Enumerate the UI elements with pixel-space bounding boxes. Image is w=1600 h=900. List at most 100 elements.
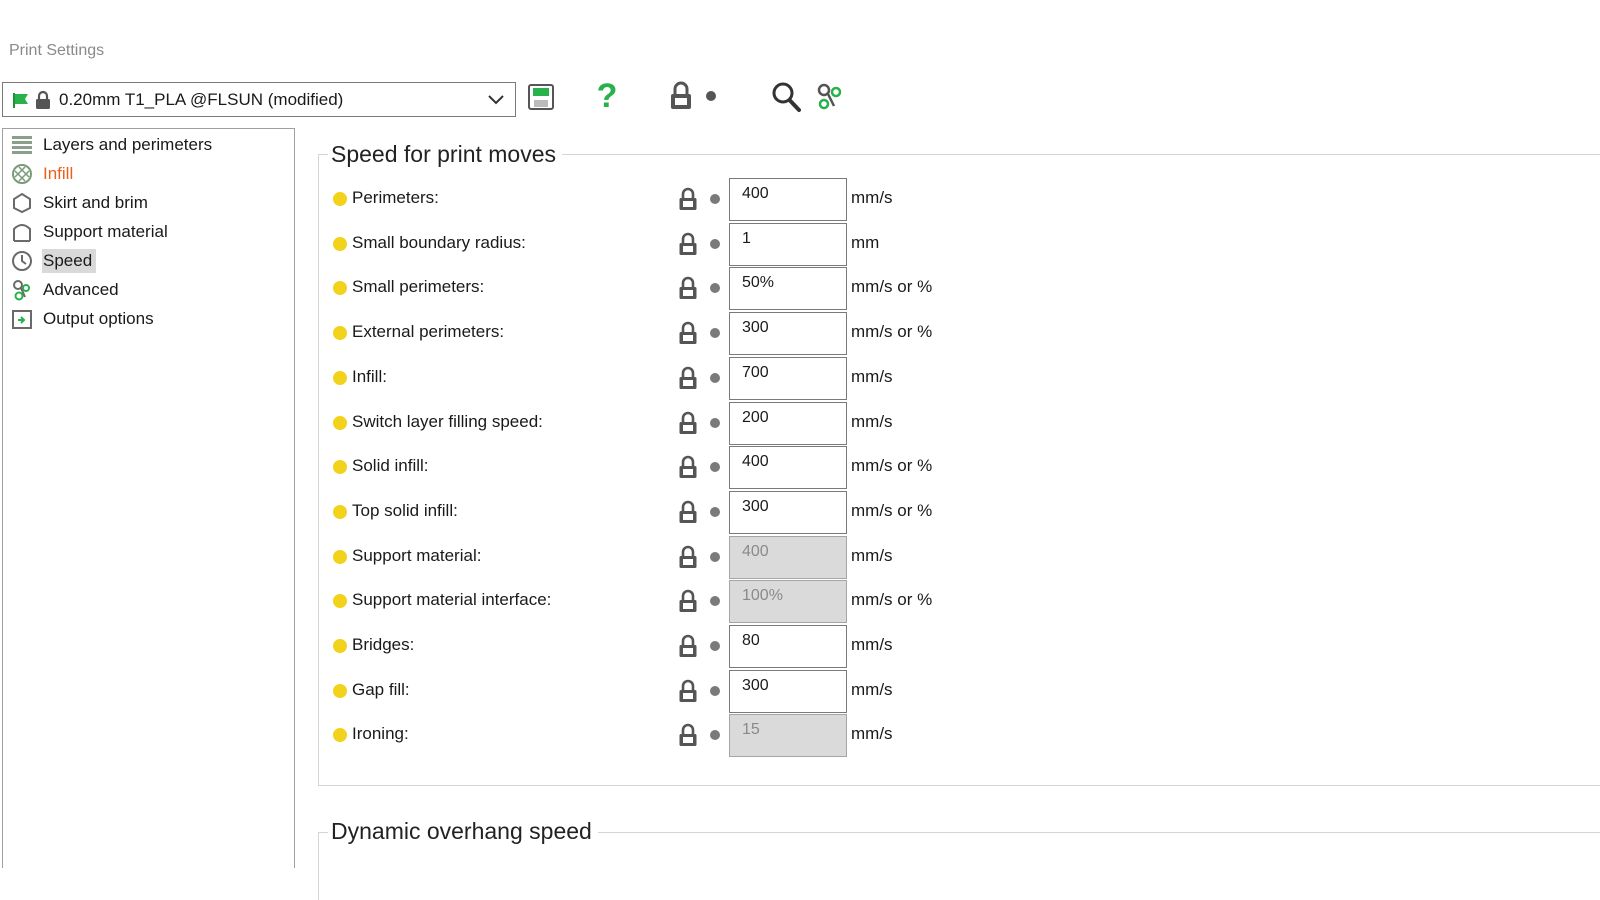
sidebar-item-advanced[interactable]: Advanced (11, 276, 123, 303)
setting-unit: mm/s or % (851, 456, 933, 476)
dot-icon[interactable] (710, 596, 720, 607)
setting-row: Small boundary radius: 1 mm (333, 222, 953, 267)
help-button[interactable]: ? (592, 76, 622, 116)
settings-sidebar: Layers and perimeters Infill Skirt and b… (2, 128, 295, 868)
setting-unit: mm/s or % (851, 322, 933, 342)
dot-icon[interactable] (710, 641, 720, 651)
search-button[interactable] (770, 80, 802, 114)
dot-icon[interactable] (710, 417, 720, 428)
setting-value-input: 400 (729, 535, 847, 579)
setting-unit: mm/s (851, 679, 893, 699)
status-bullet-icon (333, 639, 347, 653)
sidebar-item-label: Advanced (43, 279, 119, 299)
dot-icon[interactable] (710, 238, 720, 249)
lock-icon[interactable] (678, 187, 698, 211)
setting-value-input[interactable]: 400 (729, 446, 847, 490)
setting-label: Ironing: (352, 724, 409, 744)
toolbar-dot-button[interactable] (705, 90, 717, 102)
sidebar-item-speed[interactable]: Speed (11, 247, 97, 274)
search-icon (772, 82, 801, 112)
setting-label: Gap fill: (352, 679, 410, 699)
setting-value-input[interactable]: 700 (729, 356, 847, 400)
setting-label: External perimeters: (352, 322, 505, 342)
setting-unit: mm/s or % (851, 500, 933, 520)
dot-icon[interactable] (710, 462, 720, 473)
setting-label: Top solid infill: (352, 500, 458, 520)
dot-icon[interactable] (710, 194, 720, 204)
infill-icon (11, 163, 33, 185)
dot-icon[interactable] (710, 328, 720, 339)
status-bullet-icon (333, 504, 347, 519)
lock-icon[interactable] (678, 545, 698, 569)
setting-row: Support material: 400 mm/s (333, 535, 953, 580)
setting-label: Small perimeters: (352, 277, 485, 297)
setting-unit: mm/s (851, 188, 893, 207)
dot-icon (706, 91, 716, 101)
setting-value-input[interactable]: 300 (729, 669, 847, 713)
window-title: Print Settings (9, 42, 105, 59)
compare-presets-button[interactable] (815, 82, 845, 112)
lock-icon[interactable] (678, 500, 698, 524)
lock-icon[interactable] (678, 276, 698, 300)
setting-value-input[interactable]: 50% (729, 267, 847, 311)
lock-icon[interactable] (678, 679, 698, 703)
setting-row: Small perimeters: 50% mm/s or % (333, 267, 953, 311)
toolbar-lock-button[interactable] (668, 80, 694, 112)
dot-icon[interactable] (710, 730, 720, 741)
status-bullet-icon (333, 415, 347, 430)
lock-icon[interactable] (678, 411, 698, 435)
lock-icon[interactable] (678, 723, 698, 747)
sidebar-item-support-material[interactable]: Support material (11, 218, 172, 245)
setting-value-input[interactable]: 200 (729, 401, 847, 445)
setting-unit: mm/s or % (851, 590, 933, 610)
setting-value-input[interactable]: 1 (729, 222, 847, 266)
lock-icon (36, 90, 50, 109)
sidebar-item-infill[interactable]: Infill (11, 160, 77, 187)
sidebar-item-label: Speed (42, 248, 97, 273)
sidebar-item-label: Support material (43, 221, 168, 241)
setting-unit: mm/s (851, 635, 893, 654)
setting-row: Solid infill: 400 mm/s or % (333, 446, 953, 490)
dot-icon[interactable] (710, 551, 720, 562)
setting-label: Infill: (352, 366, 387, 386)
lock-icon[interactable] (678, 589, 698, 613)
dot-icon[interactable] (710, 283, 720, 294)
lock-icon[interactable] (678, 232, 698, 256)
support-icon (11, 221, 33, 243)
sidebar-item-skirt-and-brim[interactable]: Skirt and brim (11, 189, 152, 216)
save-preset-button[interactable] (526, 82, 556, 112)
dot-icon[interactable] (710, 372, 720, 383)
setting-value-input[interactable]: 300 (729, 490, 847, 534)
lock-icon[interactable] (678, 634, 698, 658)
group-title: Speed for print moves (328, 141, 563, 168)
setting-unit: mm/s (851, 724, 893, 744)
preset-dropdown[interactable]: 0.20mm T1_PLA @FLSUN (modified) (2, 82, 516, 117)
setting-value-input: 100% (729, 580, 847, 624)
lock-icon[interactable] (678, 321, 698, 345)
setting-unit: mm/s (851, 411, 893, 431)
status-bullet-icon (333, 236, 347, 251)
sidebar-item-label: Skirt and brim (43, 192, 148, 212)
lock-icon[interactable] (678, 366, 698, 390)
save-icon (528, 84, 554, 110)
setting-label: Switch layer filling speed: (352, 411, 543, 431)
dot-icon[interactable] (710, 685, 720, 696)
chevron-down-icon[interactable] (487, 94, 505, 106)
skirt-icon (11, 192, 33, 214)
setting-value-input[interactable]: 400 (729, 178, 847, 221)
status-bullet-icon (333, 549, 347, 564)
setting-value-input[interactable]: 80 (729, 625, 847, 668)
speed-icon (11, 250, 33, 272)
setting-row: Bridges: 80 mm/s (333, 625, 953, 669)
status-bullet-icon (333, 594, 347, 609)
status-bullet-icon (333, 281, 347, 296)
setting-label: Support material interface: (352, 590, 552, 610)
dot-icon[interactable] (710, 506, 720, 517)
setting-label: Perimeters: (352, 188, 439, 207)
sidebar-item-output-options[interactable]: Output options (11, 305, 158, 332)
setting-value-input[interactable]: 300 (729, 312, 847, 356)
sidebar-item-layers-and-perimeters[interactable]: Layers and perimeters (11, 131, 216, 158)
setting-unit: mm (851, 232, 880, 252)
lock-icon[interactable] (678, 455, 698, 479)
output-icon (11, 308, 33, 330)
